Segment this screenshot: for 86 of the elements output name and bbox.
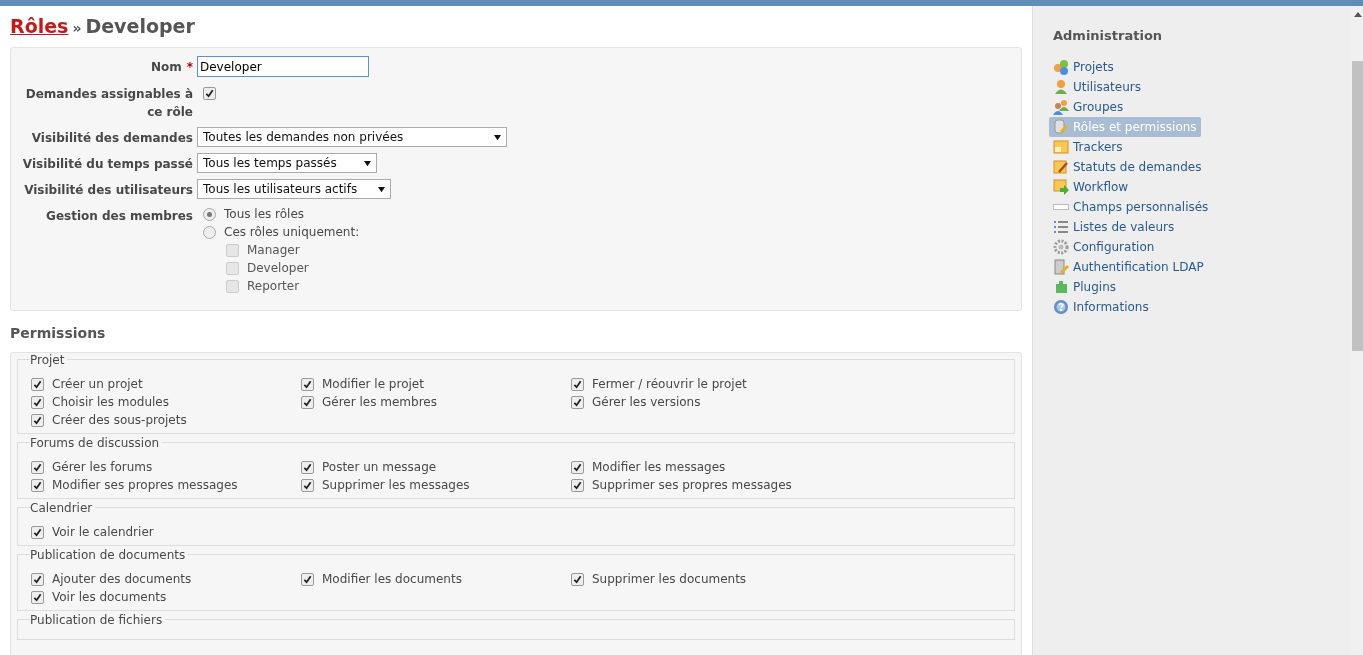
permission-checkbox[interactable] xyxy=(571,479,584,492)
list-icon xyxy=(1053,219,1069,235)
permission-checkbox[interactable] xyxy=(31,396,44,409)
sidebar-item[interactable]: Configuration xyxy=(1049,237,1159,257)
sidebar-item[interactable]: Utilisateurs xyxy=(1049,77,1145,97)
permission-label: Gérer les forums xyxy=(52,459,153,476)
field-label: Visibilité du temps passé xyxy=(22,157,193,171)
permission-label: Supprimer ses propres messages xyxy=(592,477,792,494)
section-heading: Permissions xyxy=(10,325,107,341)
role-label: Reporter xyxy=(247,278,300,295)
permission-label: Gérer les membres xyxy=(322,394,437,411)
sidebar-item[interactable]: Plugins xyxy=(1049,277,1120,297)
sidebar-item[interactable]: Projets xyxy=(1049,57,1118,77)
permission-checkbox[interactable] xyxy=(571,396,584,409)
name-input-field[interactable]: Developer xyxy=(197,56,369,77)
radio-button[interactable] xyxy=(203,226,216,239)
select-dropdown[interactable]: Tous les temps passés xyxy=(197,153,377,173)
projects-icon xyxy=(1053,59,1069,75)
permission-label: Modifier ses propres messages xyxy=(52,477,238,494)
permission-label: Supprimer les messages xyxy=(322,477,470,494)
user-icon xyxy=(1053,79,1069,95)
sidebar-title: Administration xyxy=(1053,28,1164,43)
permission-checkbox[interactable] xyxy=(31,461,44,474)
permission-checkbox[interactable] xyxy=(571,378,584,391)
permission-label: Modifier les documents xyxy=(322,571,462,588)
tracker-icon xyxy=(1053,139,1069,155)
sidebar-item[interactable]: Authentification LDAP xyxy=(1049,257,1208,277)
scroll-up-icon[interactable] xyxy=(1353,12,1362,17)
field-label: Demandes assignables à ce rôle xyxy=(25,87,193,119)
permission-label: Fermer / réouvrir le projet xyxy=(592,376,747,393)
caret-icon xyxy=(494,133,501,141)
permission-checkbox[interactable] xyxy=(301,479,314,492)
permission-label: Ajouter des documents xyxy=(52,571,192,588)
field-label: Visibilité des utilisateurs xyxy=(24,183,193,197)
sidebar-item[interactable]: Champs personnalisés xyxy=(1049,197,1213,217)
radio-label: Ces rôles uniquement: xyxy=(224,224,360,241)
scrollbar[interactable] xyxy=(1351,6,1363,655)
select-dropdown[interactable]: Tous les utilisateurs actifs xyxy=(197,179,391,199)
sidebar-item[interactable]: Workflow xyxy=(1049,177,1133,197)
field-label: Gestion des membres xyxy=(46,209,193,223)
role-label: Developer xyxy=(247,260,309,277)
assignable-checkbox[interactable] xyxy=(203,87,216,100)
users-icon xyxy=(1053,99,1069,115)
page-title: Developer xyxy=(85,15,195,37)
select-dropdown[interactable]: Toutes les demandes non privées xyxy=(197,127,507,147)
permission-label: Créer des sous-projets xyxy=(52,412,187,429)
permission-label: Modifier les messages xyxy=(592,459,726,476)
permission-label: Gérer les versions xyxy=(592,394,701,411)
permission-label: Modifier le projet xyxy=(322,376,424,393)
caret-icon xyxy=(378,185,385,193)
permission-checkbox[interactable] xyxy=(31,526,44,539)
permission-checkbox[interactable] xyxy=(31,591,44,604)
permission-checkbox[interactable] xyxy=(31,378,44,391)
sidebar-item[interactable]: Trackers xyxy=(1049,137,1127,157)
field-label: Visibilité des demandes xyxy=(31,131,193,145)
field-label: Nom xyxy=(150,60,182,74)
permission-checkbox[interactable] xyxy=(571,573,584,586)
radio-label: Tous les rôles xyxy=(224,206,305,223)
caret-icon xyxy=(364,159,371,167)
permission-checkbox[interactable] xyxy=(301,396,314,409)
sidebar-item[interactable]: Informations xyxy=(1049,297,1153,317)
permission-label: Créer un projet xyxy=(52,376,143,393)
permission-checkbox[interactable] xyxy=(301,573,314,586)
help-icon xyxy=(1053,299,1069,315)
sidebar-item[interactable]: Statuts de demandes xyxy=(1049,157,1206,177)
permission-checkbox[interactable] xyxy=(301,461,314,474)
permission-checkbox[interactable] xyxy=(571,461,584,474)
sidebar-item[interactable]: Listes de valeurs xyxy=(1049,217,1179,237)
permission-label: Voir le calendrier xyxy=(52,524,154,541)
roles-link[interactable]: Rôles xyxy=(10,15,69,37)
permission-checkbox[interactable] xyxy=(31,414,44,427)
permission-checkbox[interactable] xyxy=(301,378,314,391)
permission-label: Voir les documents xyxy=(52,589,167,606)
radio-button[interactable] xyxy=(203,208,216,221)
permission-checkbox[interactable] xyxy=(31,479,44,492)
role-label: Manager xyxy=(247,242,300,259)
breadcrumb-separator: » xyxy=(72,20,82,36)
permission-label: Choisir les modules xyxy=(52,394,169,411)
required-mark: * xyxy=(186,60,193,74)
settings-icon xyxy=(1053,239,1069,255)
status-pencil-icon xyxy=(1053,159,1069,175)
permission-checkbox[interactable] xyxy=(31,573,44,586)
group-legend: Projet xyxy=(30,353,68,368)
permission-label: Supprimer les documents xyxy=(592,571,747,588)
sidebar-item[interactable]: Groupes xyxy=(1049,97,1128,117)
permission-label: Poster un message xyxy=(322,459,437,476)
